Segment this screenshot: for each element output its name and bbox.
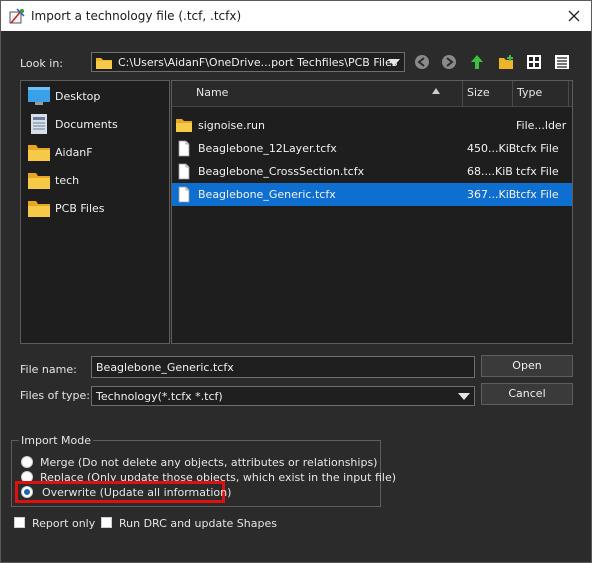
places-sidebar: Desktop Documents AidanF tech PCB Files xyxy=(20,80,170,344)
open-button[interactable]: Open xyxy=(481,355,573,377)
place-tech[interactable]: tech xyxy=(25,168,165,192)
look-in-path: C:\Users\AidanF\OneDrive...port Techfile… xyxy=(118,56,398,69)
look-in-combo[interactable]: C:\Users\AidanF\OneDrive...port Techfile… xyxy=(91,52,405,72)
file-list: Name Size Type signoise.run File...lder xyxy=(171,80,573,344)
run-drc-label: Run DRC and update Shapes xyxy=(119,517,277,530)
sort-up-icon xyxy=(432,88,440,94)
place-aidanf[interactable]: AidanF xyxy=(25,140,165,164)
overwrite-radio[interactable] xyxy=(21,486,33,498)
close-button[interactable] xyxy=(561,3,587,29)
merge-label: Merge (Do not delete any objects, attrib… xyxy=(40,456,378,469)
forward-icon xyxy=(442,55,456,69)
file-row[interactable]: Beaglebone_12Layer.tcfx 450...KiB tcfx F… xyxy=(172,137,572,160)
file-icon xyxy=(178,140,190,157)
close-icon xyxy=(568,10,580,22)
look-in-label: Look in: xyxy=(20,57,63,70)
place-label: tech xyxy=(55,174,80,187)
up-folder-button[interactable] xyxy=(466,51,488,73)
file-icon xyxy=(178,186,190,203)
file-name-input[interactable]: Beaglebone_Generic.tcfx xyxy=(91,356,475,378)
desktop-icon xyxy=(28,87,50,105)
chevron-down-icon xyxy=(388,59,400,66)
documents-icon xyxy=(31,114,47,134)
app-icon xyxy=(9,8,25,24)
file-name: signoise.run xyxy=(198,119,265,132)
window-title: Import a technology file (.tcf, .tcfx) xyxy=(31,9,242,23)
title-bar: Import a technology file (.tcf, .tcfx) xyxy=(1,1,591,31)
up-folder-icon xyxy=(471,55,483,69)
file-name-value: Beaglebone_Generic.tcfx xyxy=(96,361,234,374)
place-pcb-files[interactable]: PCB Files xyxy=(25,196,165,220)
file-size: 68....KiB xyxy=(467,165,513,178)
file-size: 367...KiB xyxy=(467,188,517,201)
place-label: PCB Files xyxy=(55,202,105,215)
new-folder-button[interactable] xyxy=(495,51,517,73)
file-row[interactable]: Beaglebone_CrossSection.tcfx 68....KiB t… xyxy=(172,160,572,183)
file-name: Beaglebone_12Layer.tcfx xyxy=(198,142,337,155)
files-of-type-combo[interactable]: Technology(*.tcfx *.tcf) xyxy=(91,386,475,406)
back-icon xyxy=(415,55,429,69)
folder-icon xyxy=(28,173,50,189)
folder-icon xyxy=(28,145,50,161)
import-mode-title: Import Mode xyxy=(19,434,93,447)
new-folder-icon xyxy=(499,55,513,69)
detail-view-icon xyxy=(555,55,569,69)
place-label: Desktop xyxy=(55,90,101,103)
file-type: tcfx File xyxy=(516,165,559,178)
file-icon xyxy=(178,163,190,180)
file-row-selected[interactable]: Beaglebone_Generic.tcfx 367...KiB tcfx F… xyxy=(172,183,572,206)
place-label: Documents xyxy=(55,118,118,131)
column-label: Name xyxy=(196,86,229,99)
detail-view-button[interactable] xyxy=(551,51,573,73)
overwrite-label: Overwrite (Update all information) xyxy=(42,486,232,499)
forward-button[interactable] xyxy=(438,51,460,73)
file-name: Beaglebone_CrossSection.tcfx xyxy=(198,165,365,178)
merge-radio[interactable] xyxy=(21,456,33,468)
column-name[interactable]: Name xyxy=(172,81,463,107)
cancel-button[interactable]: Cancel xyxy=(481,383,573,405)
place-documents[interactable]: Documents xyxy=(25,112,165,136)
back-button[interactable] xyxy=(411,51,433,73)
folder-icon xyxy=(28,201,50,217)
files-of-type-value: Technology(*.tcfx *.tcf) xyxy=(96,390,223,403)
place-desktop[interactable]: Desktop xyxy=(25,84,165,108)
list-view-icon xyxy=(527,55,541,69)
report-only-label: Report only xyxy=(32,517,96,530)
file-name: Beaglebone_Generic.tcfx xyxy=(198,188,336,201)
place-label: AidanF xyxy=(55,146,93,159)
folder-icon xyxy=(96,58,112,69)
report-only-checkbox[interactable] xyxy=(14,517,25,528)
file-type: tcfx File xyxy=(516,142,559,155)
column-type[interactable]: Type xyxy=(513,81,569,107)
file-type: tcfx File xyxy=(516,188,559,201)
file-type: File...lder xyxy=(516,119,567,132)
files-of-type-label: Files of type: xyxy=(20,389,91,402)
chevron-down-icon xyxy=(458,393,470,400)
file-size: 450...KiB xyxy=(467,142,517,155)
file-list-header: Name Size Type xyxy=(172,81,572,107)
list-view-button[interactable] xyxy=(523,51,545,73)
column-label: Type xyxy=(517,86,543,99)
run-drc-checkbox[interactable] xyxy=(101,517,112,528)
column-label: Size xyxy=(467,86,490,99)
file-row[interactable]: signoise.run File...lder xyxy=(172,114,572,137)
import-dialog: Import a technology file (.tcf, .tcfx) L… xyxy=(0,0,592,563)
folder-icon xyxy=(176,119,192,132)
column-size[interactable]: Size xyxy=(463,81,513,107)
file-name-label: File name: xyxy=(20,363,77,376)
